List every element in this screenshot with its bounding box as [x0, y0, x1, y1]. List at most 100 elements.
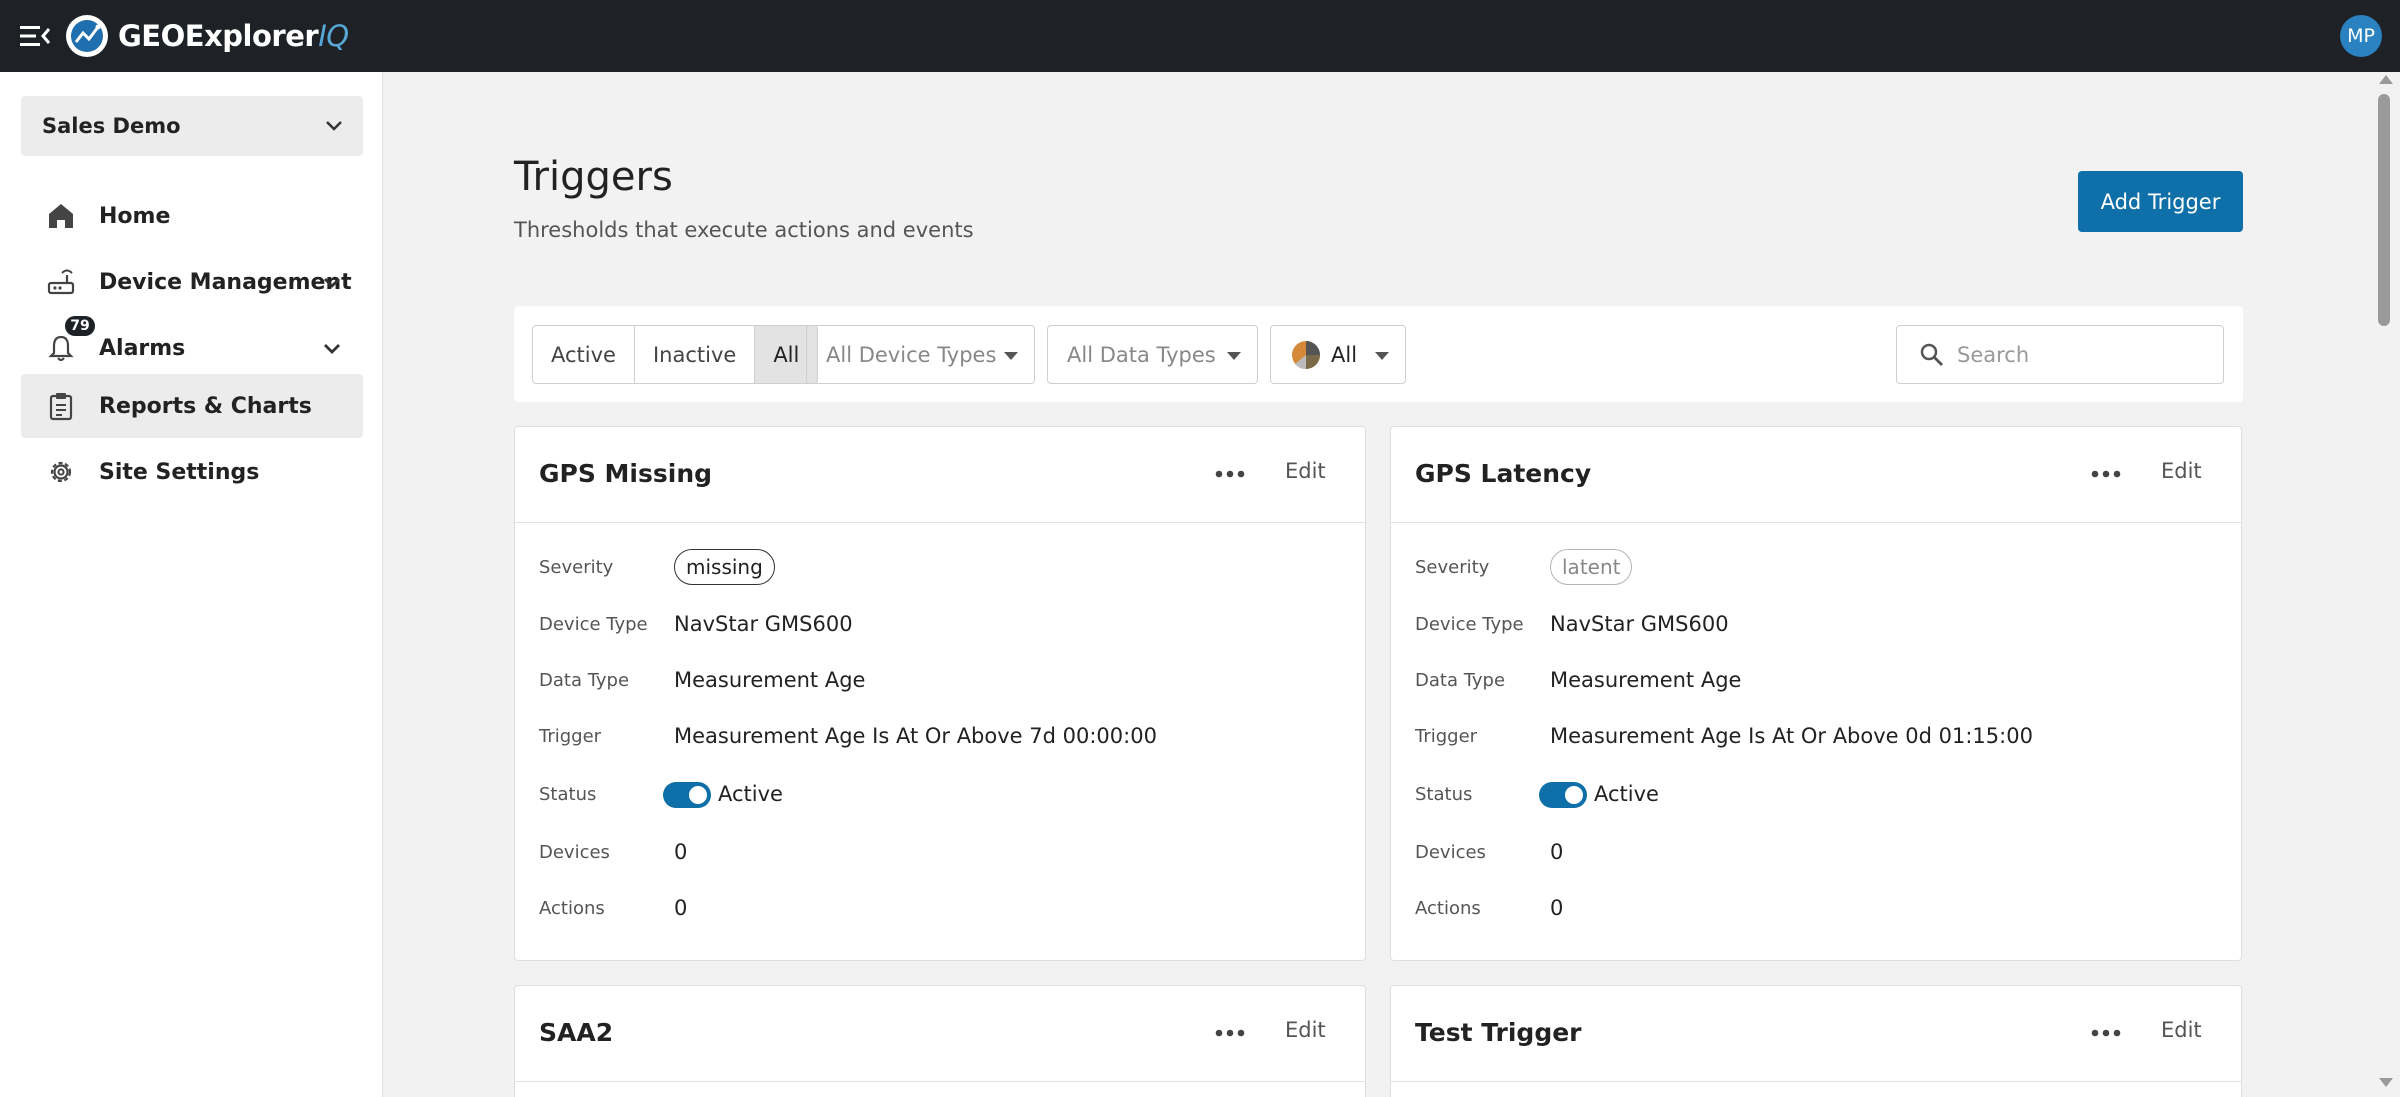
data-type-label: Data Type — [539, 670, 630, 691]
status-value: Active — [718, 782, 783, 806]
data-type-value: Measurement Age — [1550, 668, 1742, 692]
trigger-label: Trigger — [539, 726, 602, 747]
add-trigger-button[interactable]: Add Trigger — [2078, 171, 2243, 232]
devices-label: Devices — [1415, 842, 1486, 863]
sidebar: Sales Demo Home Device Management 79 Ala… — [0, 72, 383, 1097]
device-type-value: NavStar GMS600 — [1550, 612, 1729, 636]
sidebar-item-label: Device Management — [99, 269, 352, 295]
card-title: GPS Missing — [539, 459, 713, 488]
sidebar-item-label: Alarms — [99, 335, 186, 361]
actions-value: 0 — [1550, 896, 1564, 920]
scrollbar-thumb[interactable] — [2378, 94, 2390, 326]
sidebar-item-device-management[interactable]: Device Management — [21, 250, 363, 314]
page-scrollbar[interactable] — [2374, 72, 2400, 1097]
severity-dropdown[interactable]: All — [1270, 325, 1406, 384]
card-header: GPS Latency Edit — [1391, 427, 2241, 523]
data-type-dropdown-label: All Data Types — [1067, 342, 1216, 367]
severity-dropdown-label: All — [1331, 342, 1358, 367]
actions-label: Actions — [1415, 898, 1481, 919]
app-logo[interactable]: GEOExplorerIQ — [64, 12, 349, 60]
severity-label: Severity — [1415, 557, 1490, 578]
sidebar-item-reports-charts[interactable]: Reports & Charts — [21, 374, 363, 438]
data-type-dropdown[interactable]: All Data Types — [1047, 325, 1258, 384]
device-type-dropdown[interactable]: All Device Types — [806, 325, 1035, 384]
severity-pill: latent — [1550, 549, 1633, 585]
router-icon — [47, 269, 75, 295]
app-name: GEOExplorerIQ — [118, 19, 349, 53]
sidebar-item-label: Reports & Charts — [99, 393, 312, 419]
status-label: Status — [1415, 784, 1473, 805]
trigger-card-gps-missing: GPS Missing Edit Severity missing Device… — [514, 426, 1366, 961]
chevron-down-icon — [326, 121, 342, 131]
menu-collapse-icon[interactable] — [18, 22, 52, 50]
org-select-label: Sales Demo — [42, 114, 181, 138]
status-filter-active[interactable]: Active — [533, 326, 635, 383]
more-options-icon[interactable] — [1205, 1016, 1255, 1050]
trigger-condition-value: Measurement Age Is At Or Above 7d 00:00:… — [674, 724, 1157, 748]
page-subtitle: Thresholds that execute actions and even… — [514, 218, 974, 242]
home-icon — [49, 204, 73, 228]
status-label: Status — [539, 784, 597, 805]
bell-icon — [48, 335, 74, 362]
caret-down-icon — [1227, 352, 1241, 360]
status-toggle[interactable] — [663, 782, 711, 808]
scroll-down-arrow-icon[interactable] — [2379, 1078, 2393, 1087]
trigger-condition-value: Measurement Age Is At Or Above 0d 01:15:… — [1550, 724, 2033, 748]
devices-value: 0 — [674, 840, 688, 864]
clipboard-icon — [49, 393, 73, 421]
sidebar-item-home[interactable]: Home — [21, 184, 363, 248]
edit-button[interactable]: Edit — [2161, 459, 2202, 483]
sidebar-item-label: Site Settings — [99, 459, 260, 485]
severity-pie-icon — [1292, 340, 1320, 369]
logo-mark-icon — [66, 15, 108, 57]
status-filter-inactive[interactable]: Inactive — [635, 326, 756, 383]
edit-button[interactable]: Edit — [2161, 1018, 2202, 1042]
trigger-card-saa2: SAA2 Edit — [514, 985, 1366, 1097]
more-options-icon[interactable] — [1205, 457, 1255, 491]
search-input[interactable] — [1957, 338, 2207, 372]
app-name-suffix: IQ — [318, 19, 349, 53]
severity-pill: missing — [674, 549, 775, 585]
page-title: Triggers — [514, 154, 673, 200]
trigger-label: Trigger — [1415, 726, 1478, 747]
top-bar: GEOExplorerIQ MP — [0, 0, 2400, 72]
status-value: Active — [1594, 782, 1659, 806]
device-type-value: NavStar GMS600 — [674, 612, 853, 636]
search-icon — [1920, 343, 1943, 366]
scroll-up-arrow-icon[interactable] — [2379, 75, 2393, 84]
caret-down-icon — [1375, 352, 1389, 360]
data-type-label: Data Type — [1415, 670, 1506, 691]
card-title: GPS Latency — [1415, 459, 1592, 488]
sidebar-item-alarms[interactable]: 79 Alarms — [21, 316, 363, 380]
status-segmented-control: Active Inactive All — [532, 325, 819, 384]
app-name-main: GEOExplorer — [118, 19, 319, 53]
devices-label: Devices — [539, 842, 610, 863]
alarm-count-badge: 79 — [65, 316, 95, 336]
devices-value: 0 — [1550, 840, 1564, 864]
card-header: GPS Missing Edit — [515, 427, 1365, 523]
card-header: SAA2 Edit — [515, 986, 1365, 1082]
sidebar-item-site-settings[interactable]: Site Settings — [21, 440, 363, 504]
trigger-card-gps-latency: GPS Latency Edit Severity latent Device … — [1390, 426, 2242, 961]
edit-button[interactable]: Edit — [1285, 1018, 1326, 1042]
card-header: Test Trigger Edit — [1391, 986, 2241, 1082]
device-type-dropdown-label: All Device Types — [826, 342, 997, 367]
more-options-icon[interactable] — [2081, 1016, 2131, 1050]
card-title: Test Trigger — [1415, 1018, 1582, 1047]
org-select[interactable]: Sales Demo — [21, 96, 363, 156]
actions-value: 0 — [674, 896, 688, 920]
status-toggle[interactable] — [1539, 782, 1587, 808]
sidebar-item-label: Home — [99, 203, 171, 229]
user-avatar[interactable]: MP — [2340, 15, 2382, 57]
card-title: SAA2 — [539, 1018, 614, 1047]
data-type-value: Measurement Age — [674, 668, 866, 692]
caret-down-icon — [1004, 352, 1018, 360]
edit-button[interactable]: Edit — [1285, 459, 1326, 483]
severity-label: Severity — [539, 557, 614, 578]
filter-bar: Active Inactive All All Device Types All… — [514, 306, 2243, 402]
trigger-card-test-trigger: Test Trigger Edit — [1390, 985, 2242, 1097]
chevron-down-icon — [324, 344, 340, 354]
more-options-icon[interactable] — [2081, 457, 2131, 491]
device-type-label: Device Type — [539, 614, 648, 635]
chevron-down-icon — [324, 278, 340, 288]
